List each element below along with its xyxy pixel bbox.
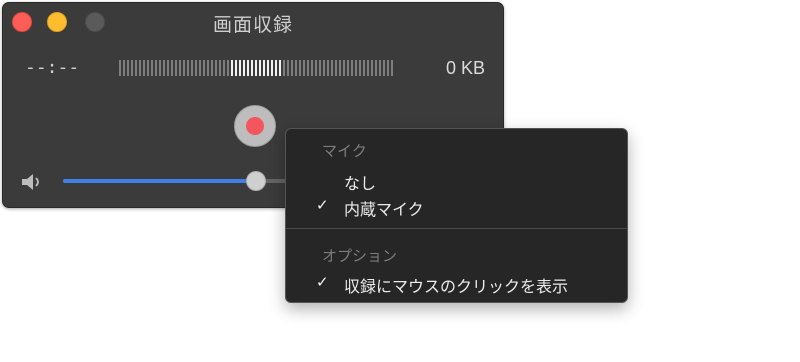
meter-tick	[271, 60, 273, 76]
meter-tick	[339, 60, 341, 76]
meter-tick	[263, 60, 265, 76]
meter-tick	[311, 60, 313, 76]
meter-tick	[227, 60, 229, 76]
meter-tick	[123, 60, 125, 76]
meter-tick	[167, 60, 169, 76]
meter-tick	[183, 60, 185, 76]
meter-tick	[283, 60, 285, 76]
meter-tick	[255, 60, 257, 76]
meter-tick	[127, 60, 129, 76]
title-bar[interactable]: 画面収録	[3, 3, 503, 39]
meter-tick	[327, 60, 329, 76]
meter-tick	[275, 60, 277, 76]
elapsed-time: --:--	[25, 57, 80, 78]
checkmark-icon: ✓	[316, 274, 329, 291]
file-size: 0 KB	[445, 58, 485, 78]
speaker-volume-icon	[22, 174, 39, 190]
meter-tick	[203, 60, 205, 76]
meter-tick	[363, 60, 365, 76]
meter-tick	[119, 60, 121, 76]
meter-tick	[211, 60, 213, 76]
meter-tick	[343, 60, 345, 76]
meter-tick	[383, 60, 385, 76]
meter-tick	[279, 60, 281, 76]
meter-tick	[359, 60, 361, 76]
menu-item-label: なし	[344, 176, 377, 193]
meter-tick	[391, 60, 393, 76]
meter-tick	[315, 60, 317, 76]
meter-tick	[191, 60, 193, 76]
volume-slider[interactable]	[63, 171, 295, 191]
meter-tick	[287, 60, 289, 76]
volume-slider-knob[interactable]	[245, 171, 266, 191]
meter-tick	[367, 60, 369, 76]
meter-tick	[387, 60, 389, 76]
meter-tick	[135, 60, 137, 76]
menu-item-no-microphone[interactable]: なし	[286, 167, 627, 193]
record-button[interactable]	[234, 105, 276, 147]
meter-tick	[163, 60, 165, 76]
menu-item-show-mouse-clicks[interactable]: ✓ 収録にマウスのクリックを表示	[286, 270, 627, 296]
meter-tick	[247, 60, 249, 76]
volume-slider-fill	[63, 179, 256, 183]
meter-tick	[207, 60, 209, 76]
meter-tick	[219, 60, 221, 76]
meter-tick	[355, 60, 357, 76]
meter-tick	[239, 60, 241, 76]
meter-tick	[335, 60, 337, 76]
meter-tick	[139, 60, 141, 76]
meter-tick	[151, 60, 153, 76]
meter-tick	[259, 60, 261, 76]
meter-tick	[371, 60, 373, 76]
menu-separator	[286, 228, 627, 229]
meter-tick	[223, 60, 225, 76]
record-icon	[246, 117, 264, 135]
microphone-section-header: マイク	[322, 143, 367, 160]
meter-tick	[299, 60, 301, 76]
meter-tick	[243, 60, 245, 76]
meter-tick	[171, 60, 173, 76]
meter-tick	[331, 60, 333, 76]
window-title: 画面収録	[212, 14, 293, 36]
meter-tick	[375, 60, 377, 76]
meter-tick	[351, 60, 353, 76]
meter-tick	[231, 60, 233, 76]
meter-tick	[251, 60, 253, 76]
meter-tick	[323, 60, 325, 76]
meter-tick	[187, 60, 189, 76]
meter-tick	[235, 60, 237, 76]
menu-item-label: 収録にマウスのクリックを表示	[344, 279, 569, 296]
meter-tick	[199, 60, 201, 76]
meter-tick	[303, 60, 305, 76]
meter-tick	[295, 60, 297, 76]
meter-tick	[319, 60, 321, 76]
meter-tick	[267, 60, 269, 76]
meter-tick	[143, 60, 145, 76]
meter-tick	[155, 60, 157, 76]
menu-item-label: 内蔵マイク	[344, 202, 424, 219]
meter-tick	[131, 60, 133, 76]
meter-tick	[175, 60, 177, 76]
menu-item-built-in-microphone[interactable]: ✓ 内蔵マイク	[286, 193, 627, 219]
options-menu: マイク なし ✓ 内蔵マイク オプション ✓ 収録にマウスのクリックを表示	[285, 128, 628, 303]
meter-tick	[147, 60, 149, 76]
meter-tick	[159, 60, 161, 76]
options-section-header: オプション	[322, 248, 398, 265]
meter-tick	[195, 60, 197, 76]
checkmark-icon: ✓	[316, 197, 329, 214]
meter-tick	[215, 60, 217, 76]
audio-level-meter	[119, 60, 393, 76]
meter-tick	[379, 60, 381, 76]
meter-tick	[307, 60, 309, 76]
meter-tick	[179, 60, 181, 76]
meter-tick	[291, 60, 293, 76]
meter-tick	[347, 60, 349, 76]
